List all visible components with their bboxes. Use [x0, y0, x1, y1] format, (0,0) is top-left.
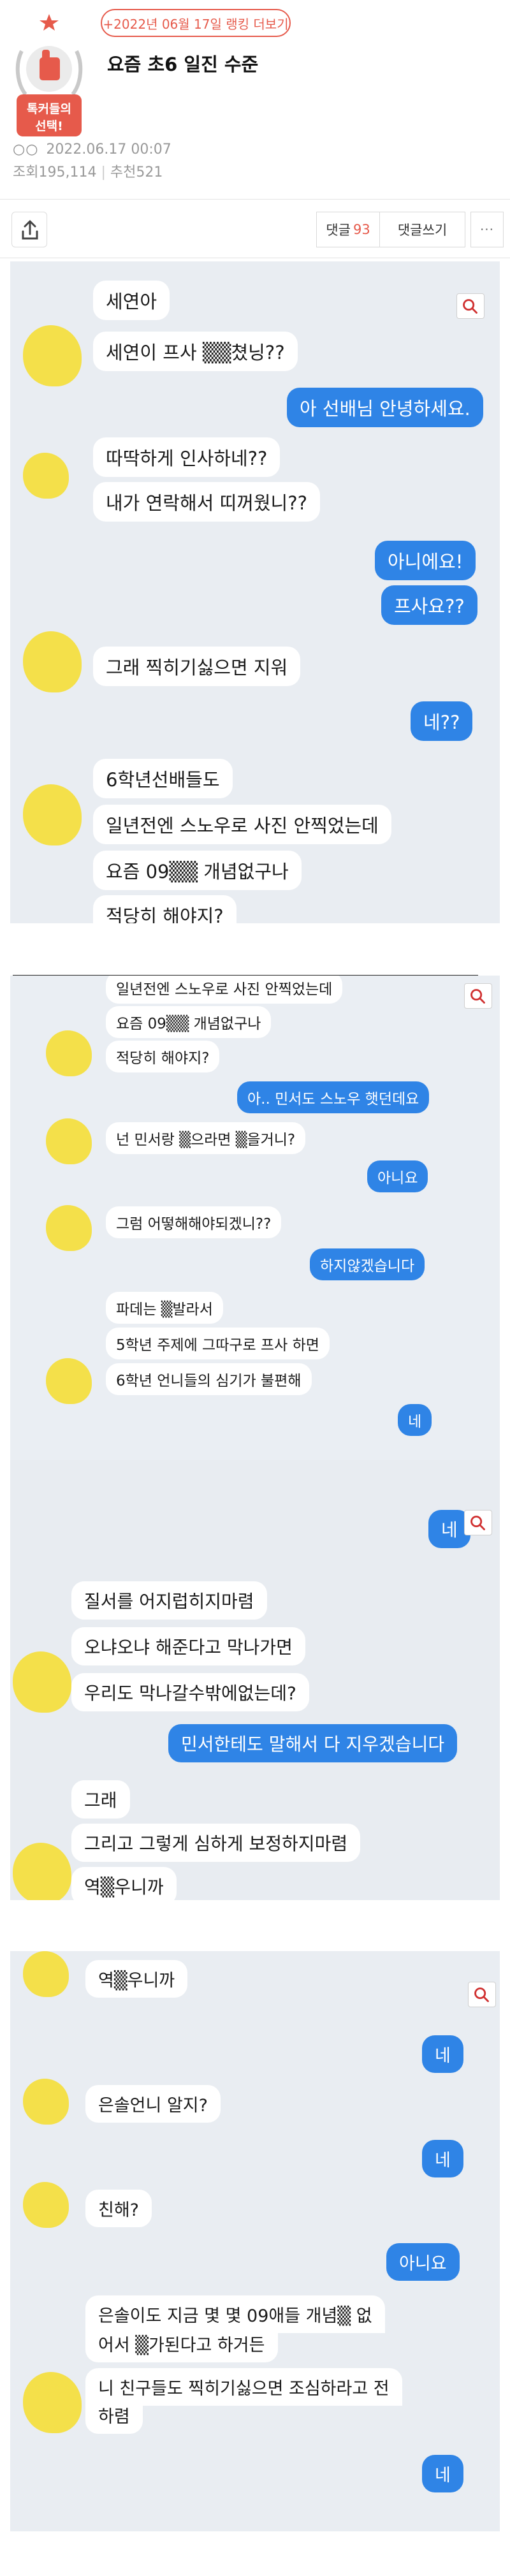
message-incoming: 적당히 해야지? — [106, 1041, 220, 1072]
avatar — [13, 1843, 71, 1900]
tokker-choice-badge-icon: 톡커들의 선택! — [15, 14, 83, 136]
message-incoming: 오냐오냐 해준다고 막나가면 — [71, 1627, 305, 1665]
message-outgoing: 네 — [398, 1404, 432, 1436]
message-incoming: 6학년 언니들의 심기가 불편해 — [106, 1363, 312, 1395]
message-incoming: 역▒우니까 — [71, 1867, 177, 1900]
share-button[interactable] — [11, 212, 47, 247]
chat-screenshot-2: 일년전엔 스노우로 사진 안찍었는데 요즘 09▒▒ 개념없구나 적당히 해야지… — [10, 976, 500, 1460]
message-outgoing: 네?? — [411, 701, 473, 741]
author-name[interactable]: ○○ — [13, 142, 38, 157]
post-date-line: ○○ 2022.06.17 00:07 — [13, 142, 171, 157]
chat-screenshot-4: 역▒우니까 네 은솔언니 알지? 네 친해? 아니요 은솔이도 지금 몇 몇 0… — [10, 1951, 500, 2531]
avatar — [46, 1030, 92, 1076]
post-header: 톡커들의 선택! +2022년 06월 17일 랭킹 더보기 요즘 초6 일진 … — [0, 0, 510, 261]
recommend-label: 추천 — [110, 165, 136, 180]
message-outgoing: 아니에요! — [375, 541, 476, 580]
search-icon[interactable] — [468, 1982, 496, 2007]
message-outgoing: 네 — [422, 2140, 463, 2177]
avatar — [23, 1951, 69, 1997]
avatar — [23, 2079, 69, 2125]
message-incoming: 5학년 주제에 그따구로 프사 하면 — [106, 1328, 330, 1359]
message-outgoing: 아니요 — [367, 1160, 428, 1192]
views-label: 조회 — [13, 165, 39, 180]
message-outgoing: 아니요 — [386, 2243, 460, 2281]
comments-button[interactable]: 댓글 93 — [316, 212, 380, 247]
search-icon[interactable] — [456, 293, 484, 319]
avatar — [23, 2372, 82, 2433]
message-incoming: 요즘 09▒▒ 개념없구나 — [106, 1006, 272, 1038]
avatar — [23, 325, 82, 386]
message-incoming: 그래 찍히기싫으면 지워 — [93, 647, 301, 686]
post-stats: 조회195,114 | 추천521 — [13, 165, 163, 180]
message-incoming: 내가 연락해서 띠꺼웠니?? — [93, 482, 321, 522]
message-incoming: 그럼 어떻해해야되겠니?? — [106, 1206, 282, 1238]
search-icon[interactable] — [464, 1510, 492, 1535]
post-title: 요즘 초6 일진 수준 — [107, 54, 259, 75]
more-options-button[interactable]: ··· — [470, 212, 504, 247]
message-incoming: 세연아 — [93, 281, 170, 320]
share-icon — [22, 220, 38, 240]
message-outgoing: 네 — [422, 2455, 463, 2492]
recommend-count: 521 — [136, 165, 163, 180]
message-incoming: 어서 ▒가된다고 하거든 — [85, 2325, 278, 2362]
message-incoming: 6학년선배들도 — [93, 759, 233, 798]
message-incoming: 은솔언니 알지? — [85, 2085, 221, 2123]
avatar — [46, 1118, 92, 1164]
avatar — [23, 453, 69, 499]
comments-label: 댓글 — [326, 223, 351, 238]
message-outgoing: 하지않겠습니다 — [310, 1248, 425, 1280]
message-incoming: 질서를 어지럽히지마렴 — [71, 1581, 267, 1620]
message-outgoing: 프사요?? — [381, 585, 477, 625]
message-incoming: 우리도 막나갈수밖에없는데? — [71, 1673, 309, 1711]
post-date: 2022.06.17 00:07 — [46, 142, 171, 157]
message-incoming: 일년전엔 스노우로 사진 안찍었는데 — [106, 976, 343, 1004]
message-incoming: 하렴 — [85, 2396, 143, 2434]
avatar — [23, 784, 82, 845]
avatar — [23, 2182, 69, 2228]
message-incoming: 따딱하게 인사하네?? — [93, 437, 280, 477]
avatar — [13, 1651, 71, 1713]
avatar — [46, 1358, 92, 1404]
message-incoming: 적당히 해야지? — [93, 895, 237, 923]
message-incoming: 역▒우니까 — [85, 1960, 188, 1998]
write-comment-button[interactable]: 댓글쓰기 — [380, 212, 465, 247]
message-incoming: 요즘 09▒▒ 개념없구나 — [93, 851, 302, 890]
avatar — [46, 1205, 92, 1251]
views-count: 195,114 — [38, 165, 97, 180]
chat-screenshot-3: 네 질서를 어지럽히지마렴 오냐오냐 해준다고 막나가면 우리도 막나갈수밖에없… — [10, 1460, 500, 1900]
search-icon[interactable] — [464, 983, 492, 1009]
chat-screenshot-1: 세연아 세연이 프사 ▒▒쳤닝?? 아 선배님 안녕하세요. 따딱하게 인사하네… — [10, 261, 500, 923]
message-incoming: 그리고 그렇게 심하게 보정하지마렴 — [71, 1824, 361, 1862]
message-incoming: 파데는 ▒발라서 — [106, 1292, 223, 1324]
message-outgoing: 아.. 민서도 스노우 햇던데요 — [237, 1081, 430, 1113]
message-incoming: 일년전엔 스노우로 사진 안찍었는데 — [93, 805, 391, 844]
message-incoming: 친해? — [85, 2190, 152, 2227]
avatar — [23, 631, 82, 692]
message-incoming: 넌 민서랑 ▒으라면 ▒을거니? — [106, 1122, 306, 1154]
ranking-more-link[interactable]: +2022년 06월 17일 랭킹 더보기 — [101, 9, 291, 37]
divider — [0, 199, 510, 200]
message-incoming: 세연이 프사 ▒▒쳤닝?? — [93, 332, 298, 371]
message-outgoing: 민서한테도 말해서 다 지우겠습니다 — [168, 1724, 458, 1762]
message-outgoing: 아 선배님 안녕하세요. — [287, 388, 483, 427]
message-incoming: 그래 — [71, 1780, 130, 1819]
message-outgoing: 네 — [422, 2035, 463, 2073]
badge-label-line2: 선택! — [35, 119, 63, 133]
comments-count: 93 — [353, 222, 370, 237]
badge-label-line1: 톡커들의 — [27, 102, 71, 116]
